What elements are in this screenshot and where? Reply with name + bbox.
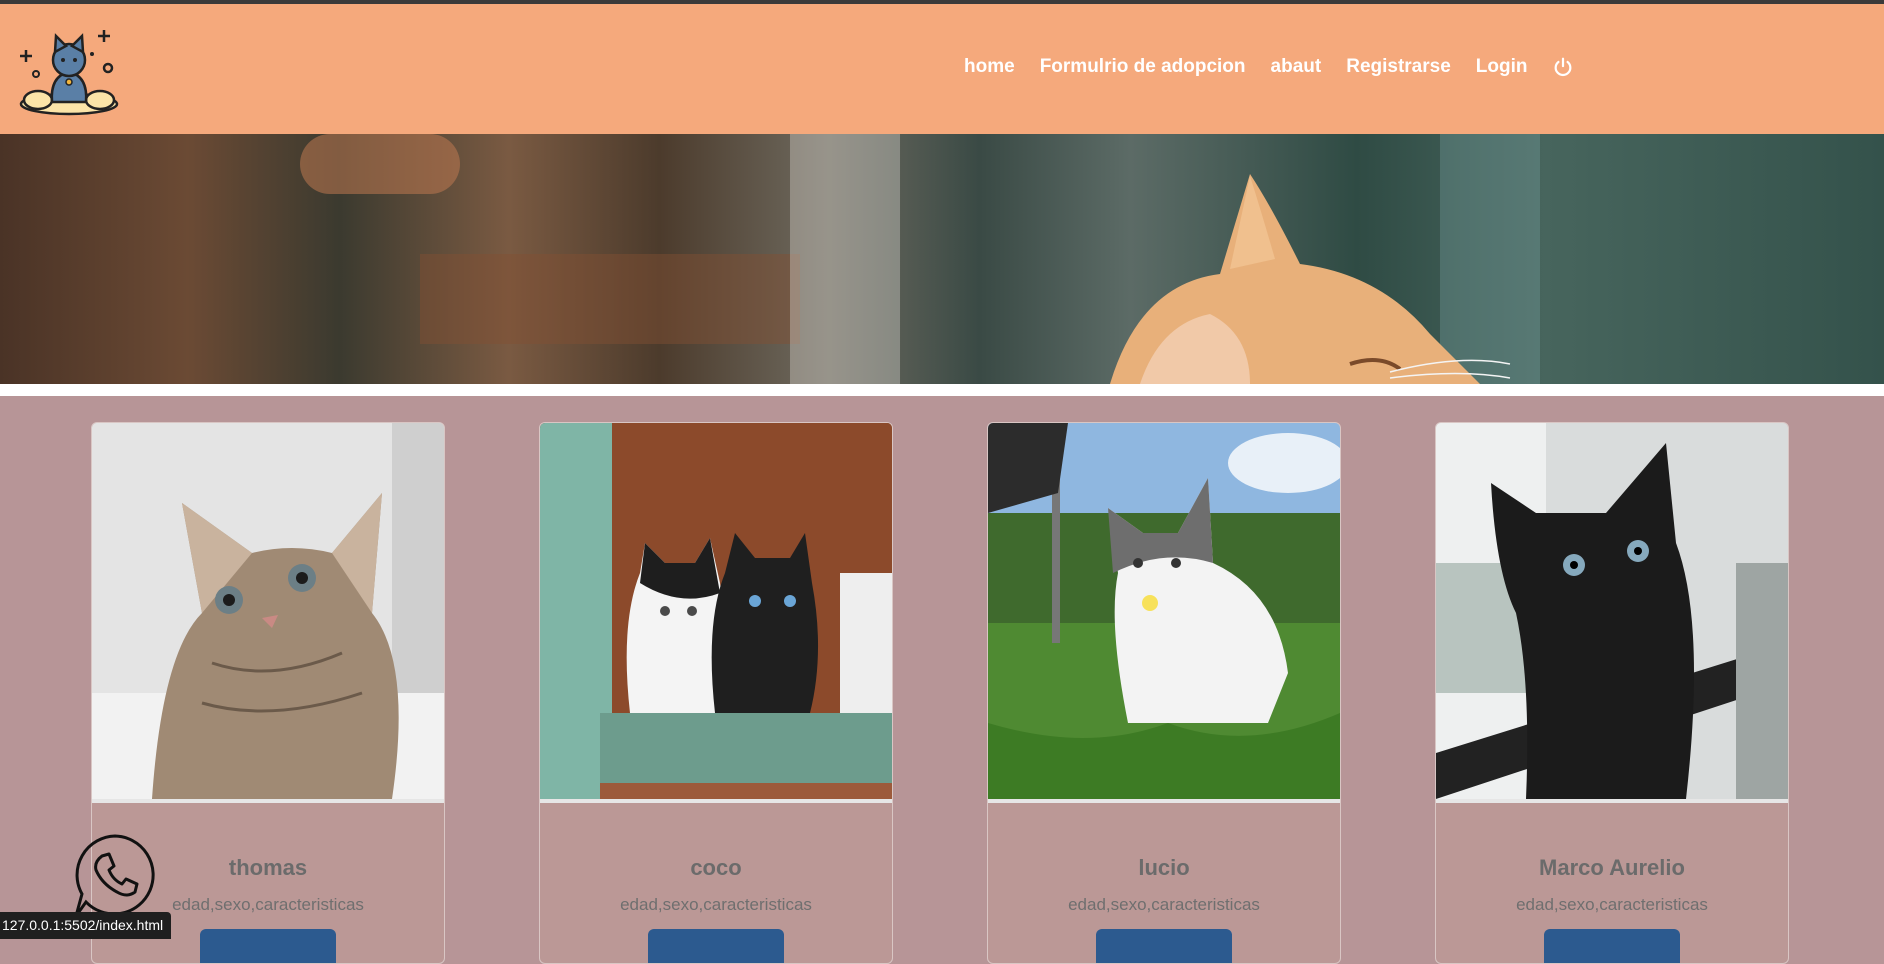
- pet-name: lucio: [1138, 855, 1190, 880]
- power-icon[interactable]: [1552, 56, 1574, 78]
- pet-card-button[interactable]: [200, 929, 336, 963]
- cat-photo-marco-aurelio[interactable]: [1436, 423, 1788, 799]
- pet-description: edad,sexo,caracteristicas: [1516, 895, 1708, 914]
- section-divider: [0, 384, 1884, 396]
- nav-link-login[interactable]: Login: [1476, 56, 1528, 78]
- pet-card-button[interactable]: [1544, 929, 1680, 963]
- nav-link-home[interactable]: home: [964, 56, 1015, 78]
- hero-banner-image: [0, 134, 1884, 384]
- pet-name: coco: [690, 855, 742, 880]
- whatsapp-phone-icon[interactable]: [72, 832, 158, 918]
- hero-bg-blur: [790, 134, 900, 384]
- cat-logo-icon[interactable]: [16, 24, 122, 116]
- pet-card-button[interactable]: [648, 929, 784, 963]
- hero-cat-illustration: [1110, 174, 1511, 384]
- cat-photo-thomas[interactable]: [92, 423, 444, 799]
- nav-link-about[interactable]: abaut: [1271, 56, 1322, 78]
- cat-photo-coco[interactable]: [540, 423, 892, 799]
- card-image-border: [1436, 799, 1788, 803]
- nav-link-register[interactable]: Registrarse: [1346, 56, 1451, 78]
- pet-description: edad,sexo,caracteristicas: [620, 895, 812, 914]
- card-image-border: [988, 799, 1340, 803]
- main-nav: home Formulrio de adopcion abaut Registr…: [964, 56, 1574, 78]
- pet-card-lucio: lucio edad,sexo,caracteristicas: [987, 422, 1341, 964]
- hero-bg-blur: [300, 134, 460, 194]
- navbar: home Formulrio de adopcion abaut Registr…: [0, 4, 1884, 134]
- pet-card-button[interactable]: [1096, 929, 1232, 963]
- hero-bg-blur: [420, 254, 800, 344]
- pet-card-coco: coco edad,sexo,caracteristicas: [539, 422, 893, 964]
- cat-photo-lucio[interactable]: [988, 423, 1340, 799]
- card-image-border: [92, 799, 444, 803]
- pet-card-marco-aurelio: Marco Aurelio edad,sexo,caracteristicas: [1435, 422, 1789, 964]
- card-image-border: [540, 799, 892, 803]
- status-bar-url: 127.0.0.1:5502/index.html: [0, 912, 172, 939]
- pet-name: Marco Aurelio: [1539, 855, 1685, 880]
- pet-description: edad,sexo,caracteristicas: [1068, 895, 1260, 914]
- nav-link-adoption-form[interactable]: Formulrio de adopcion: [1040, 56, 1246, 78]
